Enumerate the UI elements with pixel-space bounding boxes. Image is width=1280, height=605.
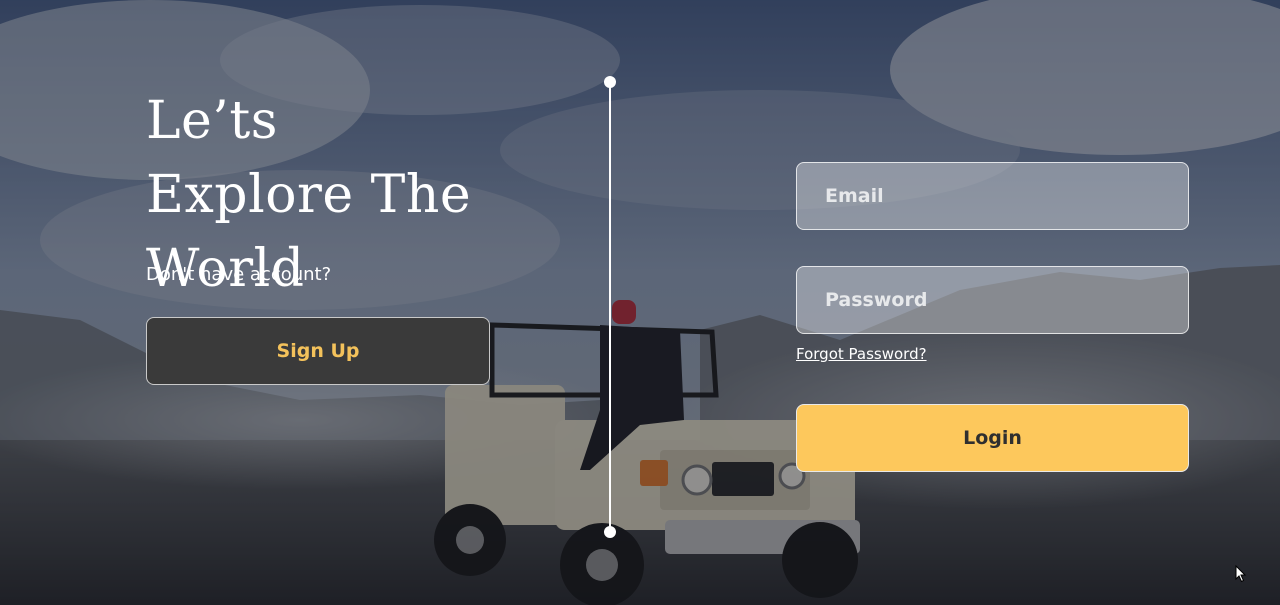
- login-page: Le’ts Explore The World Don't have accou…: [0, 0, 1280, 605]
- mouse-pointer-icon: [1235, 565, 1247, 583]
- password-field[interactable]: [796, 266, 1189, 334]
- login-button[interactable]: Login: [796, 404, 1189, 472]
- no-account-text: Don't have account?: [146, 264, 332, 285]
- headline-line-1: Le’ts: [146, 91, 278, 151]
- sign-up-button[interactable]: Sign Up: [146, 317, 490, 385]
- forgot-password-link[interactable]: Forgot Password?: [796, 345, 927, 363]
- headline-line-2: Explore The: [146, 165, 472, 225]
- divider-bottom-dot: [604, 526, 616, 538]
- vertical-divider: [609, 82, 611, 532]
- divider-top-dot: [604, 76, 616, 88]
- email-field[interactable]: [796, 162, 1189, 230]
